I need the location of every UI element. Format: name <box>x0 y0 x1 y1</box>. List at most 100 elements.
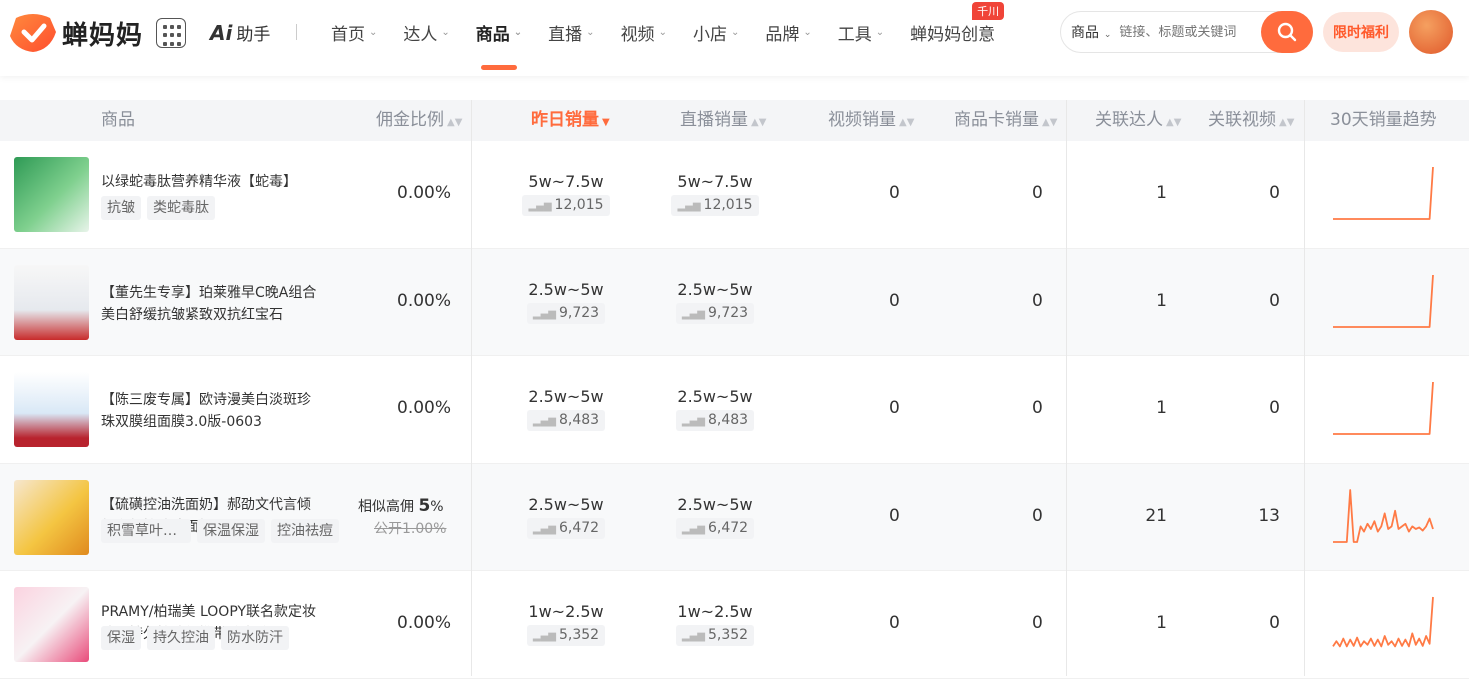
chevron-down-icon: ⌄ <box>369 26 378 38</box>
videos-count[interactable]: 0 <box>1269 291 1280 311</box>
chevron-down-icon: ⌄ <box>586 26 595 38</box>
commission-cell: 相似高佣 5% 公开1.00% <box>358 496 446 538</box>
trend-line <box>1333 488 1434 543</box>
nav-item-shop[interactable]: 小店 ⌄ <box>680 0 752 64</box>
column-header-yesterday-sales[interactable]: 昨日销量 ▼ <box>531 100 610 141</box>
trend-line <box>1332 596 1434 648</box>
commission-value: 0.00% <box>397 183 452 203</box>
high-commission[interactable]: 相似高佣 5% <box>358 496 446 516</box>
bar-chart-icon: ▂▄▆ <box>681 631 705 642</box>
main-nav: 首页 ⌄ 达人 ⌄ 商品 ⌄ 直播 ⌄ 视频 ⌄ 小店 ⌄ 品牌 ⌄ 工具 ⌄ 蝉妈妈创意 千川 <box>318 0 1008 76</box>
sort-icon: ▲▼ <box>899 117 915 128</box>
product-title[interactable]: 【陈三废专属】欧诗漫美白淡斑珍珠双膜组面膜3.0版-0603 <box>101 389 321 433</box>
product-thumbnail[interactable] <box>14 264 89 340</box>
card-sales-value: 0 <box>1032 505 1043 526</box>
influencers-count[interactable]: 1 <box>1156 613 1167 633</box>
product-thumbnail[interactable] <box>14 157 89 232</box>
column-header-video-sales[interactable]: 视频销量 ▲▼ <box>828 100 914 141</box>
sales-count-badge: ▂▄▆ 6,472 <box>526 517 606 539</box>
column-header-commission[interactable]: 佣金比例 ▲▼ <box>376 100 462 141</box>
search-input[interactable] <box>1119 24 1260 40</box>
table-row[interactable]: 【陈三废专属】欧诗漫美白淡斑珍珠双膜组面膜3.0版-0603 0.00% 2.5… <box>0 356 1469 464</box>
qianchuan-badge: 千川 <box>972 2 1005 20</box>
videos-count[interactable]: 0 <box>1269 183 1280 203</box>
sales-range: 2.5w~5w <box>528 387 604 406</box>
table-row[interactable]: 【硫磺控油洗面奶】郝劭文代言倾颜净颜控油洗面奶 积雪草叶提取物保温保湿控油祛痘 … <box>0 463 1469 571</box>
nav-label: 直播 <box>548 24 583 45</box>
sales-range: 5w~7.5w <box>528 172 604 191</box>
ai-assistant-link[interactable]: Ai 助手 <box>210 20 270 46</box>
sales-range: 2.5w~5w <box>528 494 604 514</box>
sales-count: 12,015 <box>554 197 604 213</box>
search-type-select[interactable]: 商品 ⌄ <box>1071 22 1111 42</box>
videos-count[interactable]: 13 <box>1258 506 1280 526</box>
nav-item-home[interactable]: 首页 ⌄ <box>318 0 390 64</box>
nav-item-live[interactable]: 直播 ⌄ <box>535 0 607 64</box>
column-header-product: 商品 <box>101 100 135 141</box>
tag: 抗皱 <box>101 196 141 220</box>
sales-range: 2.5w~5w <box>677 387 753 406</box>
column-label: 直播销量 <box>680 110 748 130</box>
tag: 保温保湿 <box>197 518 265 543</box>
sales-trend-sparkline <box>1332 596 1434 648</box>
nav-label: 工具 <box>837 24 872 45</box>
apps-grid-icon[interactable] <box>156 18 186 48</box>
live-sales-cell: 2.5w~5w ▂▄▆ 6,472 <box>645 494 785 539</box>
influencers-count[interactable]: 1 <box>1156 291 1167 311</box>
table-header: 商品 佣金比例 ▲▼ 昨日销量 ▼ 直播销量 ▲▼ 视频销量 ▲▼ 商品卡销量 ▲▼ 关联… <box>0 100 1469 141</box>
top-navigation-bar: 蝉妈妈 Ai 助手 首页 ⌄ 达人 ⌄ 商品 ⌄ 直播 ⌄ 视频 ⌄ 小店 ⌄ 品牌 ⌄ 工具… <box>0 0 1469 76</box>
bar-chart-icon: ▂▄▆ <box>532 308 556 320</box>
nav-item-tools[interactable]: 工具 ⌄ <box>825 0 897 64</box>
videos-count[interactable]: 0 <box>1269 613 1280 633</box>
sort-icon: ▲▼ <box>1042 117 1058 128</box>
chevron-down-icon: ⌄ <box>658 26 667 38</box>
product-thumbnail[interactable] <box>14 587 89 662</box>
videos-count[interactable]: 0 <box>1269 398 1280 418</box>
product-thumbnail[interactable] <box>14 372 89 447</box>
product-title[interactable]: 以绿蛇毒肽营养精华液【蛇毒】 <box>101 171 321 193</box>
column-label: 商品卡销量 <box>954 110 1039 130</box>
product-thumbnail[interactable] <box>14 479 89 555</box>
chevron-down-icon: ⌄ <box>1101 30 1112 40</box>
column-header-card-sales[interactable]: 商品卡销量 ▲▼ <box>954 100 1057 141</box>
sales-count-badge: ▂▄▆ 9,723 <box>526 302 606 324</box>
column-header-videos[interactable]: 关联视频 ▲▼ <box>1208 100 1294 141</box>
influencers-count[interactable]: 1 <box>1156 398 1167 418</box>
search-box: 商品 ⌄ <box>1060 11 1313 53</box>
nav-item-products[interactable]: 商品 ⌄ <box>463 0 535 70</box>
live-sales-cell: 1w~2.5w ▂▄▆ 5,352 <box>645 601 785 646</box>
tag: 控油祛痘 <box>271 518 339 543</box>
influencers-count[interactable]: 1 <box>1156 183 1167 203</box>
column-label: 佣金比例 <box>376 110 444 130</box>
column-divider <box>1304 100 1305 676</box>
sales-count: 6,472 <box>558 519 600 536</box>
high-commission-unit: % <box>430 498 444 515</box>
sales-count-badge: ▂▄▆ 6,472 <box>675 517 755 539</box>
nav-item-influencers[interactable]: 达人 ⌄ <box>390 0 462 64</box>
search-button[interactable] <box>1261 11 1313 53</box>
commission-value: 0.00% <box>397 613 452 633</box>
divider <box>296 24 297 40</box>
column-label: 视频销量 <box>828 110 896 130</box>
sales-count: 12,015 <box>703 197 753 213</box>
table-row[interactable]: PRAMY/柏瑞美 LOOPY联名款定妆喷雾持久控油便携带防水防汗 保湿持久控油… <box>0 571 1469 679</box>
product-title[interactable]: 【董先生专享】珀莱雅早C晚A组合美白舒缓抗皱紧致双抗红宝石 <box>101 282 321 326</box>
column-header-influencers[interactable]: 关联达人 ▲▼ <box>1095 100 1181 141</box>
sales-range: 2.5w~5w <box>528 279 604 299</box>
nav-item-video[interactable]: 视频 ⌄ <box>608 0 680 64</box>
sales-trend-sparkline <box>1333 381 1434 435</box>
sales-trend-sparkline <box>1333 488 1434 543</box>
product-ranking-table: 商品 佣金比例 ▲▼ 昨日销量 ▼ 直播销量 ▲▼ 视频销量 ▲▼ 商品卡销量 ▲▼ 关联… <box>0 100 1469 679</box>
sales-range: 2.5w~5w <box>677 279 753 299</box>
brand-logo[interactable]: 蝉妈妈 <box>10 12 143 54</box>
sales-count-badge: ▂▄▆ 5,352 <box>675 625 755 646</box>
table-row[interactable]: 以绿蛇毒肽营养精华液【蛇毒】 抗皱 类蛇毒肽 0.00% 5w~7.5w ▂▄▆ 1… <box>0 141 1469 249</box>
promo-button[interactable]: 限时福利 <box>1323 12 1399 52</box>
nav-item-brand[interactable]: 品牌 ⌄ <box>752 0 824 64</box>
table-row[interactable]: 【董先生专享】珀莱雅早C晚A组合美白舒缓抗皱紧致双抗红宝石 0.00% 2.5w… <box>0 248 1469 356</box>
user-avatar[interactable] <box>1409 10 1453 54</box>
nav-item-creative[interactable]: 蝉妈妈创意 千川 <box>897 0 1008 64</box>
video-sales-value: 0 <box>889 290 900 311</box>
column-header-live-sales[interactable]: 直播销量 ▲▼ <box>680 100 766 141</box>
influencers-count[interactable]: 21 <box>1145 506 1167 526</box>
